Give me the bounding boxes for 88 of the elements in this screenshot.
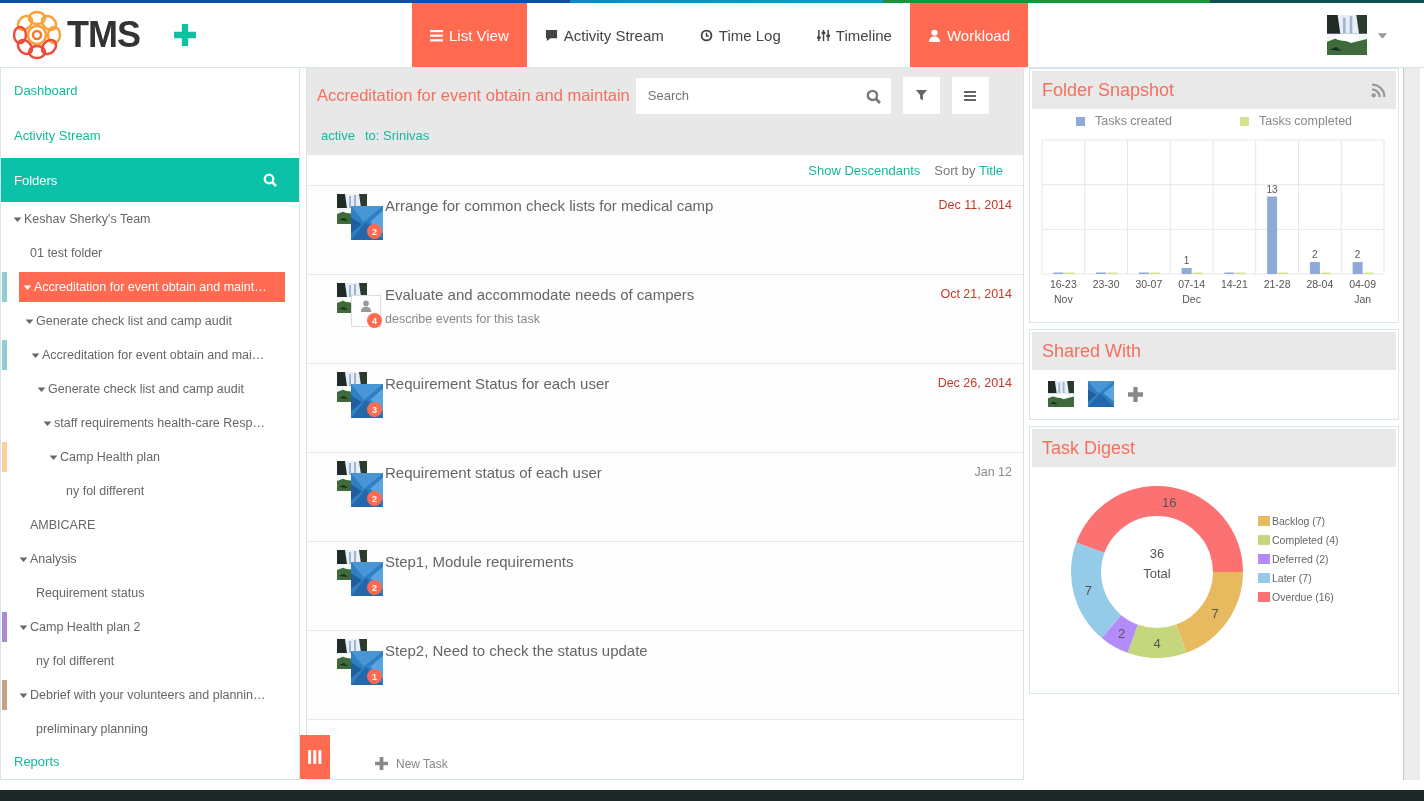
scrollbar[interactable]	[1403, 68, 1420, 780]
plus-icon	[1128, 386, 1143, 402]
person-icon	[360, 300, 372, 312]
clock-icon	[699, 28, 713, 42]
legend-label: Later (7)	[1272, 572, 1312, 584]
folder-item[interactable]: Camp Health plan 2	[19, 612, 285, 642]
task-title: Arrange for common check lists for medical camp	[385, 197, 715, 214]
task-date: Dec 11, 2014	[938, 197, 1012, 214]
add-button[interactable]	[174, 24, 196, 46]
task-title: Requirement status of each user	[385, 464, 603, 481]
legend-label: Tasks completed	[1258, 114, 1353, 128]
axis-label: 21-28	[1263, 278, 1291, 290]
menu-icon	[963, 88, 978, 103]
legend-label: Deferred (2)	[1272, 553, 1329, 565]
folder-item[interactable]: ny fol different	[25, 646, 285, 676]
legend-label: Tasks created	[1094, 114, 1173, 128]
folder-item[interactable]: staff requirements health-care Resp…	[43, 408, 285, 438]
search-field[interactable]: Search	[635, 77, 891, 114]
axis-label: 23-30	[1092, 278, 1120, 290]
folder-item[interactable]: Keshav Sherky's Team	[13, 204, 285, 234]
folder-title: Accreditation for event obtain and maintain	[317, 86, 630, 105]
handle-icon	[307, 749, 323, 765]
rss-icon	[1371, 82, 1386, 98]
logo-text: TMS	[67, 14, 140, 56]
legend-swatch	[1258, 554, 1270, 564]
axis-label: 04-09 Jan	[1349, 278, 1377, 305]
axis-label: 30-07	[1135, 278, 1163, 290]
data-label: 16	[1162, 495, 1177, 511]
task-title: Step1, Module requirements	[385, 553, 575, 570]
new-task-link[interactable]: New Task	[375, 756, 448, 771]
data-label: 2	[1312, 249, 1318, 261]
search-icon	[263, 173, 277, 187]
folder-item[interactable]: AMBICARE	[19, 510, 285, 540]
task-date: Dec 26, 2014	[937, 375, 1012, 392]
data-label: 1	[1183, 255, 1190, 267]
folder-item[interactable]: ny fol different	[55, 476, 285, 506]
folder-item[interactable]: Requirement status	[25, 578, 285, 608]
data-label: 7	[1211, 605, 1219, 621]
axis-label: 07-14 Dec	[1178, 278, 1206, 305]
panel-title: Folder Snapshot	[1042, 79, 1175, 101]
legend-swatch	[1258, 592, 1270, 602]
axis-label: 28-04	[1306, 278, 1334, 290]
data-label: 2	[1117, 626, 1126, 642]
legend-swatch	[1258, 535, 1270, 545]
person-icon	[927, 28, 941, 42]
list-icon	[430, 28, 443, 42]
folder-item[interactable]: preliminary planning	[25, 714, 285, 744]
plus-icon	[375, 757, 388, 770]
sort-label: Sort by Title	[934, 162, 1003, 178]
legend-swatch	[1258, 516, 1270, 526]
data-label: 2	[1354, 249, 1361, 261]
add-member-button[interactable]	[1128, 386, 1143, 402]
task-title: Step2, Need to check the status update	[385, 642, 649, 659]
folders-title: Folders	[14, 172, 58, 188]
legend-label: Completed (4)	[1272, 534, 1339, 546]
collapse-button[interactable]	[300, 735, 330, 779]
folder-item[interactable]: Accreditation for event obtain and mai…	[31, 340, 285, 370]
filter-button[interactable]	[902, 77, 940, 114]
task-title: Evaluate and accommodate needs of campers	[385, 286, 696, 303]
menu-button[interactable]	[951, 77, 989, 114]
folder-item[interactable]: Debrief with your volunteers and plannin…	[19, 680, 285, 710]
axis-label: 16-23 Nov	[1049, 278, 1077, 305]
sliders-icon	[816, 28, 830, 42]
folder-item[interactable]: Analysis	[19, 544, 285, 574]
axis-label: 14-21	[1220, 278, 1248, 290]
task-date: Oct 21, 2014	[940, 286, 1012, 303]
folder-item[interactable]: 01 test folder	[19, 238, 285, 268]
total-value: 36	[1149, 546, 1165, 561]
folder-item[interactable]: Camp Health plan	[49, 442, 285, 472]
filter-icon	[914, 89, 928, 102]
data-label: 13	[1266, 183, 1278, 195]
total-label: Total	[1143, 566, 1171, 581]
folder-item[interactable]: Generate check list and camp audit	[37, 374, 285, 404]
legend-label: Overdue (16)	[1272, 591, 1334, 603]
folder-item[interactable]: Generate check list and camp audit	[25, 306, 285, 336]
data-label: 4	[1153, 636, 1161, 651]
task-description: describe events for this task	[385, 312, 541, 326]
panel-title: Shared With	[1042, 340, 1142, 362]
task-title: Requirement Status for each user	[385, 375, 611, 392]
task-date: Jan 12	[974, 464, 1012, 481]
count-badge: 4	[367, 313, 382, 328]
search-icon	[865, 88, 881, 104]
plus-icon	[174, 24, 196, 46]
legend-label: Backlog (7)	[1272, 515, 1326, 527]
speech-bubble-icon	[544, 28, 558, 42]
data-label: 7	[1084, 583, 1093, 599]
legend-swatch	[1258, 573, 1270, 583]
panel-title: Task Digest	[1042, 437, 1136, 459]
